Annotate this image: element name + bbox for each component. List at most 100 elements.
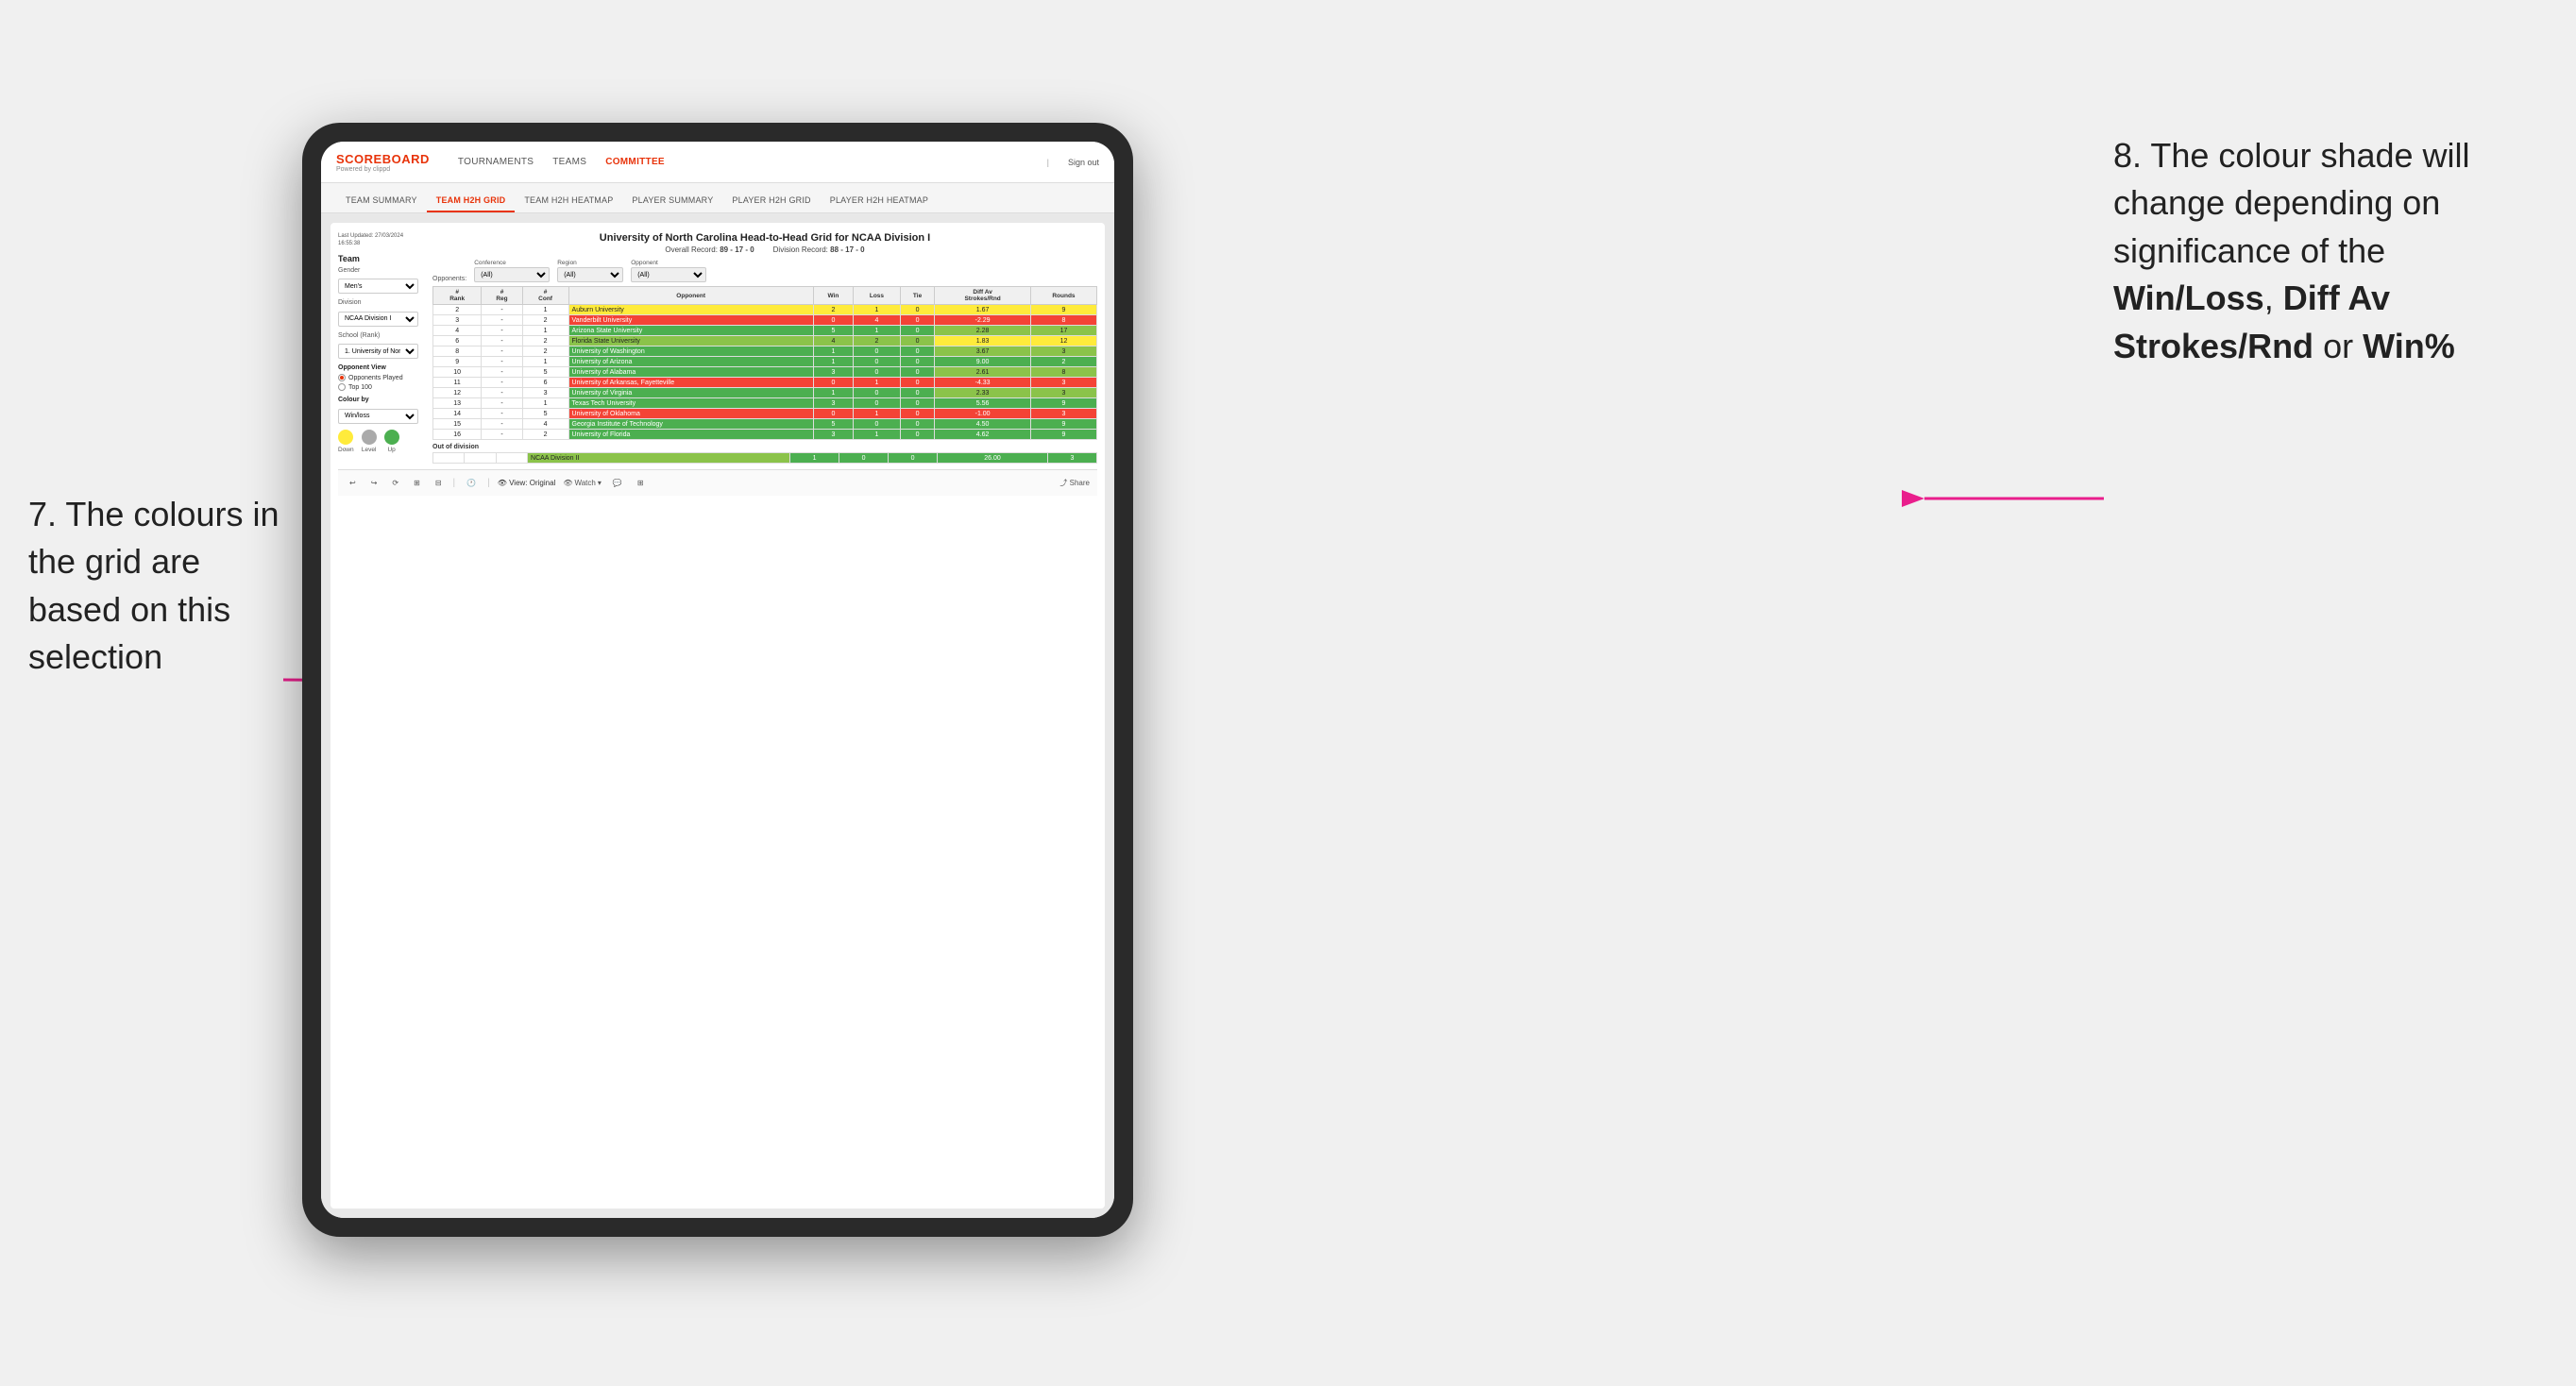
radio-opponents-played[interactable]: Opponents Played (338, 374, 423, 381)
cell-opponent: University of Arkansas, Fayetteville (568, 378, 813, 388)
toolbar-grid[interactable]: ⊞ (634, 477, 648, 489)
legend-level-label: Level (362, 447, 377, 453)
table-row: 10 - 5 University of Alabama 3 0 0 2.61 … (433, 367, 1097, 378)
cell-conf: 2 (522, 346, 568, 357)
nav-committee[interactable]: COMMITTEE (605, 155, 665, 169)
table-row: 12 - 3 University of Virginia 1 0 0 2.33… (433, 388, 1097, 398)
toolbar-comment[interactable]: 💬 (609, 477, 626, 489)
cell-rank: 8 (433, 346, 482, 357)
table-row: 14 - 5 University of Oklahoma 0 1 0 -1.0… (433, 409, 1097, 419)
table-head: #Rank #Reg #Conf Opponent Win Loss Tie D… (433, 287, 1097, 305)
region-select[interactable]: (All) (557, 267, 623, 282)
share-button[interactable]: ⤴ Share (1059, 478, 1090, 488)
gender-filter: Gender Men's (338, 267, 423, 295)
legend: Down Level Up (338, 430, 423, 453)
opponent-select[interactable]: (All) (631, 267, 706, 282)
region-filter-col: Region (All) (557, 260, 623, 282)
division-filter: Division NCAA Division I (338, 299, 423, 327)
radio-top100[interactable]: Top 100 (338, 383, 423, 391)
cell-opponent: Vanderbilt University (568, 315, 813, 326)
pink-arrow-right (1868, 470, 2113, 527)
ood-win: 1 (790, 453, 839, 464)
cell-rank: 9 (433, 357, 482, 367)
cell-loss: 1 (854, 326, 901, 336)
table-row: 3 - 2 Vanderbilt University 0 4 0 -2.29 … (433, 315, 1097, 326)
cell-win: 5 (813, 419, 853, 430)
cell-diff: 9.00 (935, 357, 1031, 367)
cell-rounds: 3 (1030, 346, 1096, 357)
cell-opponent: Arizona State University (568, 326, 813, 336)
table-header-row: #Rank #Reg #Conf Opponent Win Loss Tie D… (433, 287, 1097, 305)
cell-conf: 1 (522, 326, 568, 336)
ood-diff: 26.00 (938, 453, 1048, 464)
subnav-team-h2h-grid[interactable]: TEAM H2H GRID (427, 190, 516, 212)
toolbar-copy[interactable]: ⊞ (410, 477, 424, 489)
cell-rounds: 3 (1030, 388, 1096, 398)
subnav-team-summary[interactable]: TEAM SUMMARY (336, 190, 427, 212)
cell-rounds: 17 (1030, 326, 1096, 336)
gender-select[interactable]: Men's (338, 279, 418, 294)
legend-level-dot (362, 430, 377, 445)
nav-teams[interactable]: TEAMS (552, 155, 586, 169)
cell-rounds: 8 (1030, 367, 1096, 378)
cell-reg: - (482, 398, 522, 409)
cell-reg: - (482, 409, 522, 419)
cell-tie: 0 (900, 305, 935, 315)
th-conf: #Conf (522, 287, 568, 305)
radio-opponents-played-circle (338, 374, 346, 381)
cell-win: 1 (813, 346, 853, 357)
nav-items: TOURNAMENTS TEAMS COMMITTEE (458, 155, 665, 169)
cell-conf: 2 (522, 430, 568, 440)
ood-conf (496, 453, 527, 464)
legend-down: Down (338, 430, 354, 453)
toolbar-div1: | (453, 478, 456, 488)
cell-conf: 1 (522, 398, 568, 409)
cell-loss: 1 (854, 430, 901, 440)
subnav-player-h2h-grid[interactable]: PLAYER H2H GRID (722, 190, 820, 212)
radio-group: Opponents Played Top 100 (338, 374, 423, 391)
cell-diff: 3.67 (935, 346, 1031, 357)
division-select[interactable]: NCAA Division I (338, 312, 418, 327)
cell-loss: 0 (854, 419, 901, 430)
table-row: 16 - 2 University of Florida 3 1 0 4.62 … (433, 430, 1097, 440)
cell-reg: - (482, 367, 522, 378)
toolbar-undo[interactable]: ↩ (346, 477, 360, 489)
school-select[interactable]: 1. University of Nort... (338, 344, 418, 359)
th-rank: #Rank (433, 287, 482, 305)
nav-tournaments[interactable]: TOURNAMENTS (458, 155, 534, 169)
subnav-player-h2h-heatmap[interactable]: PLAYER H2H HEATMAP (821, 190, 938, 212)
cell-opponent: University of Alabama (568, 367, 813, 378)
out-of-division-body: NCAA Division II 1 0 0 26.00 3 (433, 453, 1097, 464)
cell-win: 0 (813, 409, 853, 419)
cell-reg: - (482, 378, 522, 388)
toolbar-forward[interactable]: ⟳ (388, 477, 402, 489)
colour-by-select[interactable]: Win/loss (338, 409, 418, 424)
cell-rounds: 12 (1030, 336, 1096, 346)
cell-conf: 5 (522, 409, 568, 419)
subnav-player-summary[interactable]: PLAYER SUMMARY (622, 190, 722, 212)
cell-win: 4 (813, 336, 853, 346)
th-reg: #Reg (482, 287, 522, 305)
colour-by-group: Colour by Win/loss (338, 397, 423, 424)
conference-select[interactable]: (All) (474, 267, 550, 282)
cell-reg: - (482, 336, 522, 346)
bottom-toolbar: ↩ ↪ ⟳ ⊞ ⊟ | 🕐 | 👁 View: Original (338, 469, 1097, 496)
cell-diff: -4.33 (935, 378, 1031, 388)
cell-rank: 3 (433, 315, 482, 326)
cell-tie: 0 (900, 326, 935, 336)
toolbar-clock[interactable]: 🕐 (463, 477, 480, 489)
watch-button[interactable]: 👁 Watch ▾ (563, 479, 602, 487)
logo-text: SCOREBOARD (336, 152, 430, 166)
cell-rank: 10 (433, 367, 482, 378)
cell-tie: 0 (900, 315, 935, 326)
cell-tie: 0 (900, 419, 935, 430)
subnav-team-h2h-heatmap[interactable]: TEAM H2H HEATMAP (515, 190, 622, 212)
ood-rank (433, 453, 465, 464)
toolbar-paste[interactable]: ⊟ (432, 477, 446, 489)
cell-reg: - (482, 430, 522, 440)
sign-out-button[interactable]: Sign out (1068, 158, 1099, 167)
toolbar-redo[interactable]: ↪ (367, 477, 381, 489)
cell-rounds: 9 (1030, 419, 1096, 430)
cell-loss: 1 (854, 378, 901, 388)
cell-rank: 12 (433, 388, 482, 398)
